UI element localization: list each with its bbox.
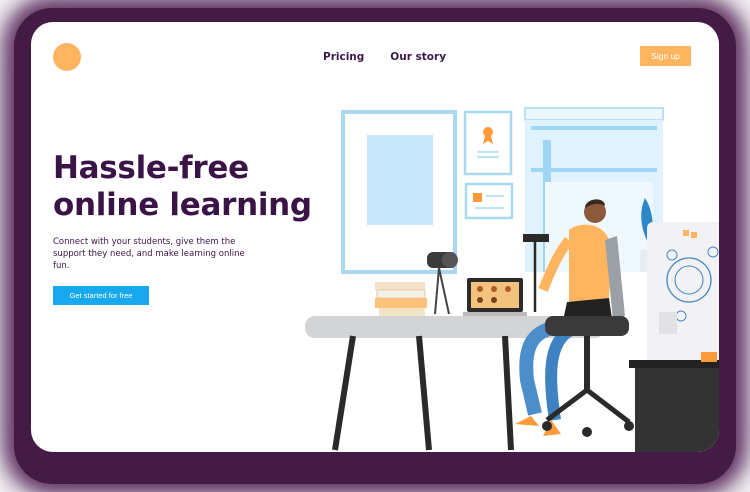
book-stack (375, 282, 425, 290)
top-nav: Pricing Our story (323, 51, 446, 63)
hero-title-line2: online learning (53, 187, 312, 223)
sign-up-button[interactable]: Sign up (640, 46, 691, 66)
page-frame: Pricing Our story Sign up Hassle-free on… (0, 0, 750, 492)
nav-link-our-story[interactable]: Our story (390, 51, 446, 63)
hero-title-line1: Hassle-free (53, 150, 249, 186)
small-picture (464, 182, 514, 220)
certificate-badge-icon (483, 127, 493, 137)
window-blind (524, 107, 664, 121)
hero-subtitle: Connect with your students, give them th… (53, 237, 245, 271)
get-started-button[interactable]: Get started for free (53, 286, 149, 305)
certificate (463, 110, 513, 176)
whiteboard (647, 222, 719, 368)
cabinet (635, 364, 719, 452)
person-shirt (569, 224, 611, 302)
nav-link-pricing[interactable]: Pricing (323, 51, 364, 63)
hero-illustration (305, 107, 719, 452)
logo-circle[interactable] (53, 43, 81, 71)
wall-frame-inner (367, 135, 433, 225)
landing-card: Pricing Our story Sign up Hassle-free on… (31, 22, 719, 452)
